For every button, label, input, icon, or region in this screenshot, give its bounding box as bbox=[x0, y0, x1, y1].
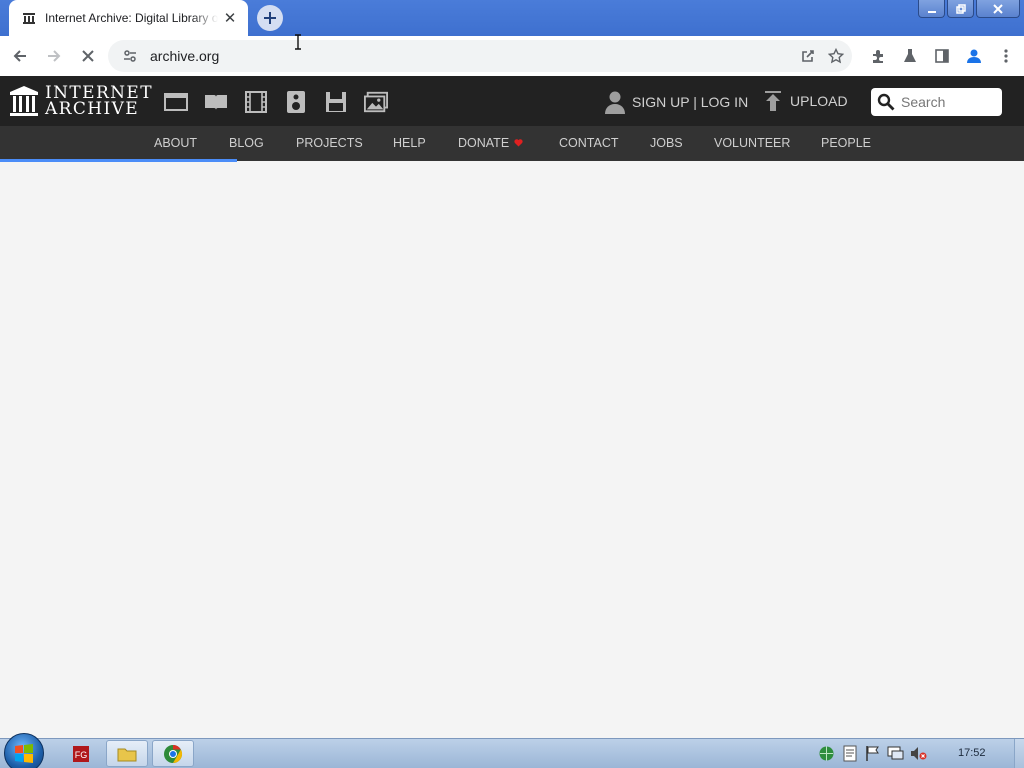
url-text: archive.org bbox=[150, 48, 220, 64]
action-center-flag-icon[interactable] bbox=[864, 745, 881, 762]
taskbar: FG 17:52 bbox=[0, 733, 1024, 768]
taskbar-explorer[interactable] bbox=[106, 740, 148, 767]
network-globe-icon[interactable] bbox=[818, 745, 835, 762]
search-input[interactable] bbox=[901, 94, 997, 110]
browser-menu-icon[interactable] bbox=[996, 46, 1016, 66]
plus-icon bbox=[264, 12, 276, 24]
images-icon[interactable] bbox=[364, 90, 388, 114]
text-cursor-icon bbox=[295, 34, 301, 50]
svg-text:FG: FG bbox=[75, 750, 88, 760]
volume-muted-icon[interactable] bbox=[910, 745, 927, 762]
user-icon bbox=[605, 91, 625, 114]
start-button[interactable] bbox=[4, 733, 44, 768]
taskbar-chrome[interactable] bbox=[152, 740, 194, 767]
web-icon[interactable] bbox=[164, 90, 188, 114]
site-logo[interactable]: INTERNET ARCHIVE bbox=[9, 85, 153, 119]
media-type-icons bbox=[164, 90, 388, 114]
window-controls bbox=[918, 0, 1020, 20]
profile-avatar-icon[interactable] bbox=[964, 46, 984, 66]
logo-text-line2: ARCHIVE bbox=[45, 99, 140, 119]
browser-toolbar: archive.org bbox=[0, 36, 1024, 76]
arrow-left-icon bbox=[13, 50, 26, 62]
archive-favicon-icon bbox=[21, 10, 37, 26]
archive-building-icon bbox=[10, 86, 38, 116]
taskbar-app-fg[interactable]: FG bbox=[60, 740, 102, 767]
system-tray bbox=[818, 745, 927, 762]
show-desktop-button[interactable] bbox=[1014, 739, 1024, 768]
arrow-right-icon bbox=[48, 50, 61, 62]
audio-icon[interactable] bbox=[284, 90, 308, 114]
close-window-button[interactable] bbox=[976, 0, 1020, 18]
stop-loading-button[interactable] bbox=[74, 42, 102, 70]
windows-logo-icon bbox=[15, 744, 33, 763]
taskbar-clock[interactable]: 17:52 bbox=[958, 747, 986, 759]
heart-icon bbox=[514, 139, 523, 147]
nav-donate-item[interactable]: DONATE bbox=[458, 136, 523, 150]
texts-icon[interactable] bbox=[204, 90, 228, 114]
upload-link[interactable]: UPLOAD bbox=[764, 90, 848, 112]
upload-label: UPLOAD bbox=[790, 93, 848, 109]
nav-jobs[interactable]: JOBS bbox=[650, 136, 683, 150]
folder-icon bbox=[117, 748, 137, 761]
tab-close-icon[interactable]: ✕ bbox=[222, 10, 238, 27]
nav-about[interactable]: ABOUT bbox=[154, 136, 197, 150]
nav-people[interactable]: PEOPLE bbox=[821, 136, 871, 150]
nav-projects[interactable]: PROJECTS bbox=[296, 136, 363, 150]
site-info-icon[interactable] bbox=[120, 46, 140, 66]
labs-flask-icon[interactable] bbox=[900, 46, 920, 66]
restore-button[interactable] bbox=[947, 0, 974, 18]
upload-icon bbox=[765, 91, 781, 111]
fg-app-icon: FG bbox=[73, 745, 89, 762]
nav-volunteer[interactable]: VOLUNTEER bbox=[714, 136, 790, 150]
search-icon bbox=[877, 93, 895, 111]
chrome-icon bbox=[164, 744, 183, 763]
side-panel-icon[interactable] bbox=[932, 46, 952, 66]
signup-login-link[interactable]: SIGN UP | LOG IN bbox=[604, 90, 748, 114]
nav-help[interactable]: HELP bbox=[393, 136, 426, 150]
notes-icon[interactable] bbox=[841, 745, 858, 762]
site-nav: ABOUT BLOG PROJECTS HELP DONATE CONTACT … bbox=[0, 126, 1024, 161]
page-content bbox=[0, 162, 1024, 738]
share-icon[interactable] bbox=[798, 46, 818, 66]
nav-donate: DONATE bbox=[458, 136, 510, 150]
new-tab-button[interactable] bbox=[257, 5, 283, 31]
nav-contact[interactable]: CONTACT bbox=[559, 136, 619, 150]
forward-button[interactable] bbox=[40, 42, 68, 70]
site-search-box[interactable] bbox=[871, 88, 1002, 116]
browser-tab-active[interactable]: Internet Archive: Digital Library of Fre… bbox=[9, 0, 248, 36]
stop-icon bbox=[82, 50, 94, 62]
video-icon[interactable] bbox=[244, 90, 268, 114]
address-bar[interactable]: archive.org bbox=[108, 40, 852, 72]
back-button[interactable] bbox=[6, 42, 34, 70]
bookmark-star-icon[interactable] bbox=[826, 46, 846, 66]
site-header: INTERNET ARCHIVE SIGN UP | LOG IN UPLOAD bbox=[0, 76, 1024, 126]
tab-title: Internet Archive: Digital Library of Fre… bbox=[45, 11, 218, 25]
network-monitor-icon[interactable] bbox=[887, 745, 904, 762]
signup-login-label: SIGN UP | LOG IN bbox=[632, 94, 749, 110]
software-icon[interactable] bbox=[324, 90, 348, 114]
minimize-button[interactable] bbox=[918, 0, 945, 18]
nav-blog[interactable]: BLOG bbox=[229, 136, 264, 150]
browser-tabstrip: Internet Archive: Digital Library of Fre… bbox=[0, 0, 1024, 36]
extensions-icon[interactable] bbox=[868, 46, 888, 66]
